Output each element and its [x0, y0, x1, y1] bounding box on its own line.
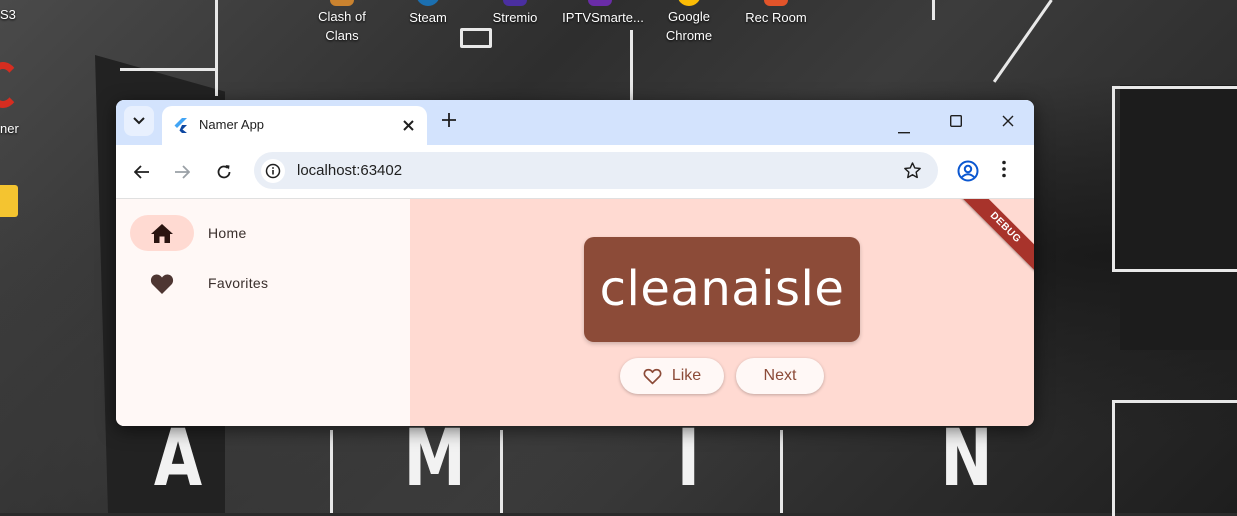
nav-label: Home [208, 225, 247, 241]
desktop-icon-label-partial: S3 [0, 7, 16, 22]
next-label: Next [763, 367, 797, 384]
like-button[interactable]: Like [620, 358, 724, 394]
browser-toolbar: localhost:63402 [116, 145, 1034, 199]
wallpaper-line [215, 66, 218, 96]
heart-outline-icon [643, 368, 662, 385]
debug-banner: DEBUG [959, 199, 1034, 274]
bookmark-star-icon[interactable] [903, 161, 922, 185]
desktop-icon-label: Stremio [492, 10, 538, 25]
browser-window: Namer App localhost:63402 Home Favorites… [116, 100, 1034, 426]
wallpaper-line [992, 0, 1053, 83]
nav-item-favorites[interactable]: Favorites [116, 263, 410, 303]
ccleaner-icon[interactable] [0, 62, 20, 110]
desktop-icon-label: Rec Room [745, 10, 807, 25]
new-tab-icon[interactable] [441, 112, 457, 133]
word-pair-card: cleanaisle [584, 237, 860, 342]
wallpaper-line [1112, 86, 1237, 272]
wallpaper-line [780, 430, 783, 513]
wallpaper-line [500, 430, 503, 513]
forward-arrow-icon[interactable] [171, 161, 193, 183]
iptv-smarters-icon [588, 0, 612, 6]
back-arrow-icon[interactable] [131, 161, 153, 183]
maximize-icon[interactable] [949, 114, 963, 132]
desktop-icon-clash-of-clans[interactable]: Clash of Clans [302, 0, 382, 43]
word-pair-text: cleanaisle [599, 261, 845, 317]
tab-namer-app[interactable]: Namer App [162, 106, 427, 145]
home-icon [150, 223, 174, 249]
wallpaper-letter: I [676, 414, 700, 504]
desktop-icon-google-chrome[interactable]: Google Chrome [649, 0, 729, 43]
navigation-rail: Home Favorites [116, 199, 410, 426]
desktop-icon-rec-room[interactable]: Rec Room [736, 0, 816, 25]
heart-icon [150, 273, 174, 300]
desktop-icon-label: Clash of Clans [318, 9, 366, 43]
nav-label: Favorites [208, 275, 269, 291]
profile-icon[interactable] [957, 160, 979, 187]
clash-of-clans-icon [330, 0, 354, 6]
rec-room-icon [764, 0, 788, 6]
folder-icon[interactable] [0, 185, 18, 217]
app-content: Home Favorites cleanaisle Like Next DEBU… [116, 199, 1034, 426]
wallpaper-line [120, 0, 218, 71]
wallpaper-letter: A [153, 414, 202, 504]
wallpaper-line [1112, 400, 1237, 516]
address-bar[interactable]: localhost:63402 [254, 152, 938, 189]
like-label: Like [671, 367, 702, 384]
desktop-icon-stremio[interactable]: Stremio [475, 0, 555, 25]
desktop-icon-label: Google Chrome [665, 9, 713, 43]
desktop-icon-label: Steam [409, 10, 447, 25]
wallpaper-letter: M [403, 414, 466, 504]
desktop-icon-label-partial: ner [0, 121, 19, 136]
minimize-icon[interactable] [898, 121, 910, 139]
nav-item-home[interactable]: Home [116, 213, 410, 253]
chrome-icon [677, 0, 701, 6]
generator-page: cleanaisle Like Next DEBUG [410, 199, 1034, 426]
desktop-icon-iptv-smarters[interactable]: IPTVSmarte... [560, 0, 646, 25]
tab-title: Namer App [199, 117, 265, 132]
wallpaper-line [932, 0, 935, 20]
tab-strip: Namer App [116, 100, 1034, 145]
flutter-logo-icon [174, 118, 187, 138]
tab-search-button[interactable] [124, 106, 154, 136]
close-window-icon[interactable] [1002, 114, 1014, 132]
desktop-icon-label: IPTVSmarte... [562, 10, 644, 25]
reload-icon[interactable] [213, 161, 235, 183]
more-menu-icon[interactable] [1002, 160, 1006, 183]
chevron-down-icon [133, 117, 145, 125]
desktop-icon-steam[interactable]: Steam [388, 0, 468, 25]
close-tab-icon[interactable] [399, 116, 417, 134]
wallpaper-line [330, 430, 333, 513]
stremio-icon [503, 0, 527, 6]
wallpaper-line [460, 28, 492, 48]
site-info-icon[interactable] [261, 159, 285, 183]
url-text: localhost:63402 [297, 162, 403, 179]
wallpaper-letter: N [940, 414, 992, 504]
wallpaper-line [630, 30, 633, 100]
next-button[interactable]: Next [736, 358, 824, 394]
steam-icon [416, 0, 440, 6]
